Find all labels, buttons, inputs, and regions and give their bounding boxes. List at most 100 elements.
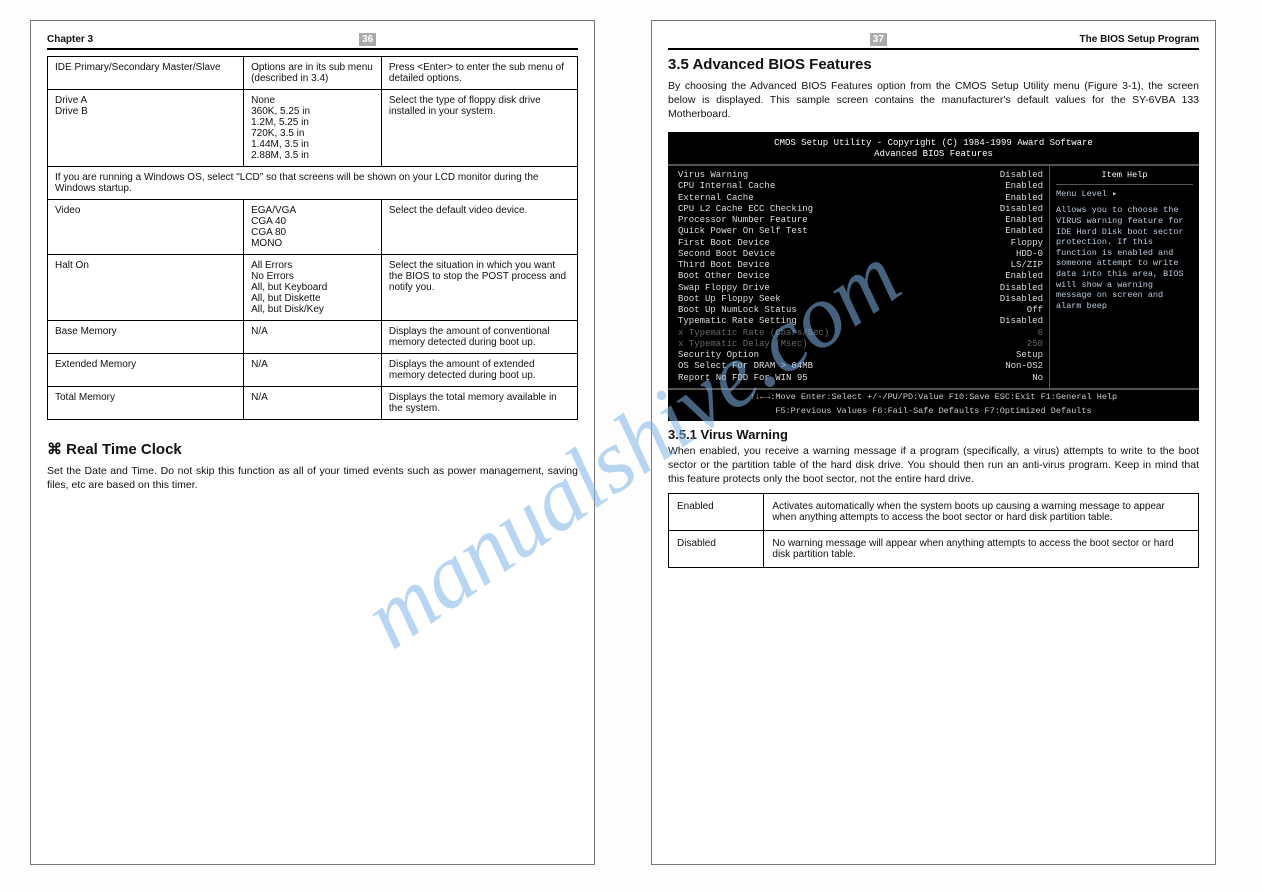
table-cell-desc: Displays the amount of conventional memo… [381,321,577,354]
header-pagenum-left: 36 [359,33,376,46]
bios-item-value: LS/ZIP [1011,260,1043,271]
bios-item-value: Setup [1016,350,1043,361]
bios-item-name: Virus Warning [678,170,756,181]
bios-item-name: First Boot Device [678,238,778,249]
bios-body: Virus WarningDisabledCPU Internal CacheE… [668,164,1199,390]
bios-foot-2: F5:Previous Values F6:Fail-Safe Defaults… [668,404,1199,419]
bios-item-row[interactable]: x Typematic Rate (Chars/Sec) 6 [678,328,1043,339]
bios-item-row[interactable]: Typematic Rate SettingDisabled [678,316,1043,327]
virus-option-table: EnabledActivates automatically when the … [668,493,1199,568]
table-cell-value: N/A [244,321,382,354]
table-cell-span: If you are running a Windows OS, select … [48,167,578,200]
bios-foot-1: ↑↓←→:Move Enter:Select +/-/PU/PD:Value F… [668,390,1199,405]
bios-item-value: Disabled [1000,170,1043,181]
bios-help-title: Item Help [1056,170,1193,185]
table-row: IDE Primary/Secondary Master/SlaveOption… [48,57,578,90]
bios-item-list: Virus WarningDisabledCPU Internal CacheE… [668,166,1049,388]
hw-spec-table: IDE Primary/Secondary Master/SlaveOption… [47,56,578,420]
bios-item-row[interactable]: Boot Up NumLock Status Off [678,305,1043,316]
option-name: Disabled [669,530,764,567]
table-cell-value: All Errors No Errors All, but Keyboard A… [244,255,382,321]
page-spread: Chapter 3 36 IDE Primary/Secondary Maste… [0,0,1263,885]
bios-item-row[interactable]: x Typematic Delay (Msec) 250 [678,339,1043,350]
bios-item-value: Off [1027,305,1043,316]
page-left: Chapter 3 36 IDE Primary/Secondary Maste… [30,20,595,865]
table-cell-label: Drive A Drive B [48,90,244,167]
bios-item-row[interactable]: OS Select For DRAM > 64MB Non-OS2 [678,361,1043,372]
bios-item-name: x Typematic Rate (Chars/Sec) [678,328,837,339]
bios-intro: By choosing the Advanced BIOS Features o… [668,79,1199,122]
bios-item-value: Non-OS2 [1005,361,1043,372]
bios-item-name: x Typematic Delay (Msec) [678,339,816,350]
bios-title-1: CMOS Setup Utility - Copyright (C) 1984-… [668,138,1199,149]
table-cell-desc: Displays the amount of extended memory d… [381,354,577,387]
bios-item-name: Processor Number Feature [678,215,816,226]
table-cell-label: Total Memory [48,387,244,420]
bios-item-value: Enabled [1005,181,1043,192]
bios-item-name: Report No FDD For WIN 95 [678,373,816,384]
bios-item-row[interactable]: First Boot Device Floppy [678,238,1043,249]
table-cell-value: EGA/VGA CGA 40 CGA 80 MONO [244,200,382,255]
page-header-right: 37 The BIOS Setup Program [668,33,1199,50]
bios-item-name: Boot Up NumLock Status [678,305,805,316]
bios-item-value: Floppy [1011,238,1043,249]
header-title-right: The BIOS Setup Program [1080,34,1199,45]
bios-help-body: Allows you to choose the VIRUS warning f… [1056,205,1193,311]
table-cell-value: N/A [244,354,382,387]
table-cell-desc: Displays the total memory available in t… [381,387,577,420]
bios-item-name: External Cache [678,193,762,204]
table-row: Base MemoryN/ADisplays the amount of con… [48,321,578,354]
table-cell-value: N/A [244,387,382,420]
table-row: Halt OnAll Errors No Errors All, but Key… [48,255,578,321]
table-row: Total MemoryN/ADisplays the total memory… [48,387,578,420]
bios-item-row[interactable]: Virus Warning Disabled [678,170,1043,181]
bios-help-panel: Item Help Menu Level ▸ Allows you to cho… [1049,166,1199,388]
bios-item-value: HDD-0 [1016,249,1043,260]
bios-item-value: Enabled [1005,193,1043,204]
table-row: Drive A Drive BNone 360K, 5.25 in 1.2M, … [48,90,578,167]
table-cell-label: IDE Primary/Secondary Master/Slave [48,57,244,90]
bios-item-name: Security Option [678,350,767,361]
bios-item-row[interactable]: Third Boot DeviceLS/ZIP [678,260,1043,271]
bios-item-row[interactable]: CPU L2 Cache ECC CheckingDisabled [678,204,1043,215]
table-row: VideoEGA/VGA CGA 40 CGA 80 MONOSelect th… [48,200,578,255]
header-pagenum-right: 37 [870,33,887,46]
option-name: Enabled [669,493,764,530]
bios-item-row[interactable]: CPU Internal Cache Enabled [678,181,1043,192]
bios-item-row[interactable]: Quick Power On Self TestEnabled [678,226,1043,237]
bios-help-menu-level: Menu Level ▸ [1056,189,1193,200]
page-right: 37 The BIOS Setup Program 3.5 Advanced B… [651,20,1216,865]
bios-item-name: CPU L2 Cache ECC Checking [678,204,821,215]
bios-item-value: Enabled [1005,215,1043,226]
bios-item-name: Second Boot Device [678,249,783,260]
bios-title-2: Advanced BIOS Features [668,149,1199,160]
table-cell-label: Halt On [48,255,244,321]
bios-item-row[interactable]: Processor Number Feature Enabled [678,215,1043,226]
table-cell-desc: Select the default video device. [381,200,577,255]
bios-item-value: No [1032,373,1043,384]
bios-item-value: Enabled [1005,271,1043,282]
table-row: If you are running a Windows OS, select … [48,167,578,200]
bios-item-row[interactable]: Security Option Setup [678,350,1043,361]
table-cell-desc: Select the situation in which you want t… [381,255,577,321]
bios-item-row[interactable]: Swap Floppy DriveDisabled [678,283,1043,294]
bios-item-row[interactable]: Boot Other Device Enabled [678,271,1043,282]
table-row: EnabledActivates automatically when the … [669,493,1199,530]
virus-warning-text: When enabled, you receive a warning mess… [668,444,1199,487]
bios-item-name: Quick Power On Self Test [678,226,816,237]
bios-item-value: Disabled [1000,283,1043,294]
bios-screenshot: CMOS Setup Utility - Copyright (C) 1984-… [668,132,1199,422]
bios-item-name: Boot Other Device [678,271,778,282]
table-cell-label: Video [48,200,244,255]
bios-item-row[interactable]: Report No FDD For WIN 95 No [678,373,1043,384]
table-cell-value: None 360K, 5.25 in 1.2M, 5.25 in 720K, 3… [244,90,382,167]
bios-item-row[interactable]: External Cache Enabled [678,193,1043,204]
bios-item-name: CPU Internal Cache [678,181,783,192]
bios-item-name: OS Select For DRAM > 64MB [678,361,821,372]
bios-item-value: 6 [1038,328,1043,339]
table-cell-value: Options are in its sub menu (described i… [244,57,382,90]
bios-item-value: 250 [1027,339,1043,350]
bios-item-row[interactable]: Second Boot Device HDD-0 [678,249,1043,260]
table-cell-label: Extended Memory [48,354,244,387]
bios-item-row[interactable]: Boot Up Floppy SeekDisabled [678,294,1043,305]
